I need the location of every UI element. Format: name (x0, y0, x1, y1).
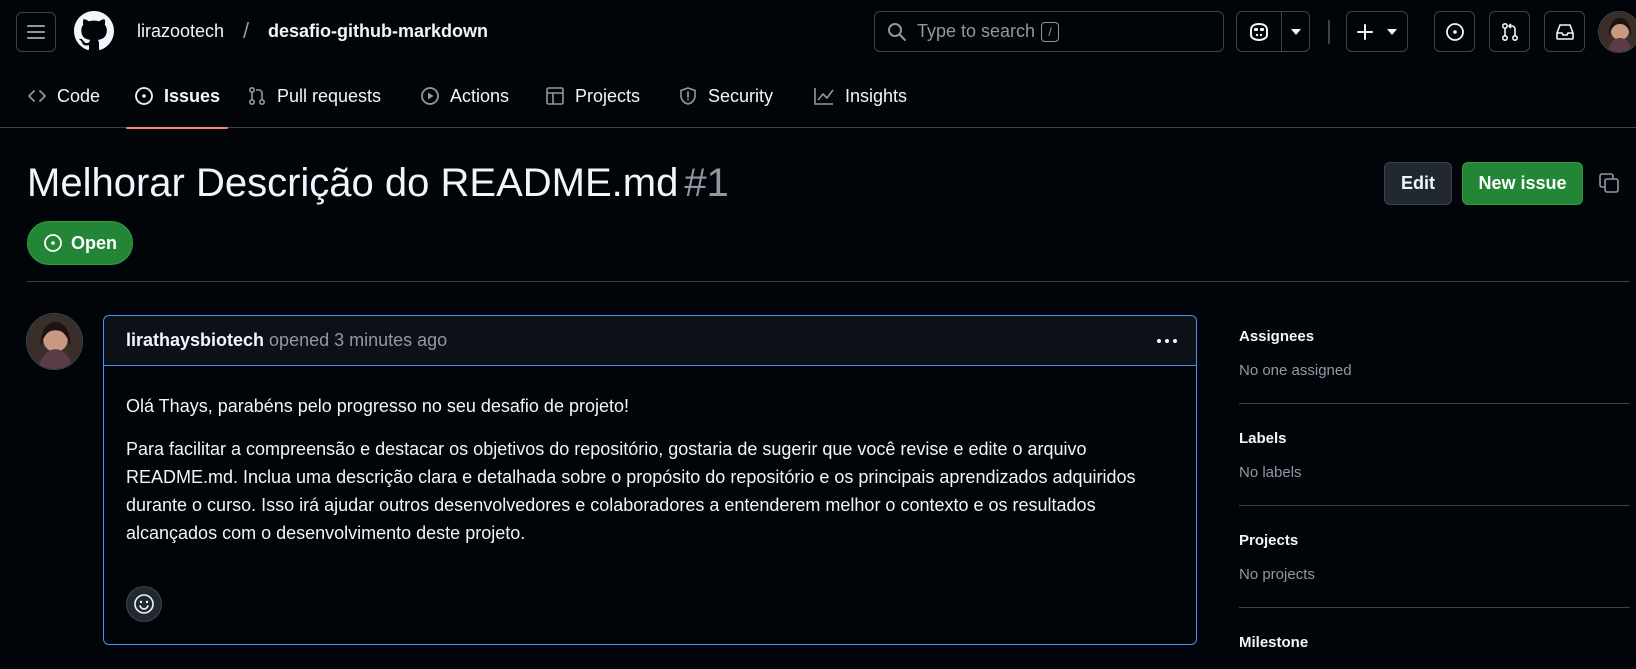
search-placeholder: Type to search (917, 21, 1036, 41)
your-pull-requests-button[interactable] (1489, 11, 1530, 52)
comment-paragraph: Olá Thays, parabéns pelo progresso no se… (126, 396, 629, 416)
smiley-icon (133, 593, 155, 615)
add-reaction-button[interactable] (126, 586, 162, 622)
issue-opened-icon (134, 86, 154, 106)
repo-owner-link[interactable]: lirazootech (137, 21, 224, 42)
code-icon (27, 86, 47, 106)
search-input[interactable]: Type to search / (874, 11, 1224, 52)
tab-label: Code (57, 86, 101, 106)
tab-label: Insights (845, 86, 908, 106)
issue-state-label: Open (71, 232, 118, 253)
table-icon (545, 86, 565, 106)
search-shortcut-key: / (1041, 21, 1060, 42)
your-issues-button[interactable] (1434, 11, 1475, 52)
triangle-down-icon (1290, 28, 1301, 35)
comment-author-avatar[interactable] (26, 313, 83, 370)
issue-title-text: Melhorar Descrição do README.md (27, 161, 679, 205)
sidebar-heading: Projects (1239, 532, 1299, 549)
tab-actions[interactable]: Actions (420, 74, 509, 128)
comment-author-link[interactable]: lirathaysbiotech (126, 330, 264, 351)
issue-state-badge: Open (27, 221, 133, 265)
search-icon (887, 22, 907, 42)
comment-body: Olá Thays, parabéns pelo progresso no se… (104, 366, 1196, 547)
copy-icon[interactable] (1598, 172, 1620, 194)
breadcrumb-separator: / (243, 18, 250, 43)
new-issue-button[interactable]: New issue (1462, 162, 1583, 205)
comment-paragraph: Para facilitar a compreensão e destacar … (126, 439, 1136, 543)
sidebar-divider (1239, 505, 1630, 506)
hamburger-icon (26, 24, 46, 40)
tab-label: Projects (575, 86, 641, 106)
copilot-button[interactable] (1236, 11, 1282, 52)
tab-security[interactable]: Security (678, 74, 773, 128)
github-logo-icon[interactable] (74, 11, 114, 51)
git-pull-request-icon (247, 86, 267, 106)
triangle-down-icon (1387, 28, 1397, 35)
create-new-button[interactable] (1346, 11, 1408, 52)
sidebar-heading: Milestone (1239, 634, 1309, 651)
graph-icon (813, 86, 835, 106)
header-divider (1328, 20, 1330, 44)
comment-timestamp[interactable]: opened 3 minutes ago (269, 330, 447, 351)
play-icon (420, 86, 440, 106)
sidebar-heading: Labels (1239, 430, 1287, 447)
tab-issues[interactable]: Issues (125, 74, 229, 129)
inbox-icon (1555, 23, 1575, 41)
inbox-button[interactable] (1544, 11, 1585, 52)
git-pull-request-icon (1500, 22, 1520, 42)
sidebar-heading: Assignees (1239, 328, 1315, 345)
copilot-icon (1247, 22, 1271, 42)
tab-pull-requests[interactable]: Pull requests (247, 74, 381, 128)
shield-icon (678, 86, 698, 106)
sidebar-assignees[interactable]: Assignees No one assigned (1239, 328, 1630, 379)
global-header: lirazootech / desafio-github-markdown Ty… (0, 0, 1636, 64)
tab-code[interactable]: Code (27, 74, 100, 128)
tab-label: Actions (450, 86, 510, 106)
user-avatar[interactable] (1598, 11, 1636, 53)
kebab-horizontal-icon[interactable] (1156, 331, 1178, 351)
sidebar-milestone[interactable]: Milestone (1239, 634, 1630, 651)
tab-label: Security (708, 86, 774, 106)
repo-nav-tabs: Code Issues Pull requests Actions Projec… (0, 74, 1636, 129)
copilot-dropdown-button[interactable] (1281, 11, 1310, 52)
tab-insights[interactable]: Insights (813, 74, 907, 128)
edit-title-button[interactable]: Edit (1384, 162, 1452, 205)
issue-title: Melhorar Descrição do README.md #1 (27, 161, 729, 206)
sidebar-value: No one assigned (1239, 362, 1352, 379)
sidebar-value: No labels (1239, 464, 1302, 481)
header-divider-line (27, 281, 1630, 282)
issue-opened-icon (1445, 22, 1465, 42)
sidebar-value: No projects (1239, 566, 1315, 583)
sidebar-labels[interactable]: Labels No labels (1239, 430, 1630, 481)
menu-button[interactable] (16, 12, 56, 52)
issue-comment: lirathaysbiotech opened 3 minutes ago Ol… (103, 315, 1197, 645)
issue-opened-icon (43, 233, 63, 253)
sidebar-projects[interactable]: Projects No projects (1239, 532, 1630, 583)
repo-name-link[interactable]: desafio-github-markdown (268, 21, 488, 42)
issue-number: #1 (684, 161, 729, 205)
plus-icon (1357, 23, 1373, 40)
sidebar-divider (1239, 403, 1630, 404)
tab-label: Issues (164, 86, 221, 106)
tab-projects[interactable]: Projects (545, 74, 640, 128)
comment-header: lirathaysbiotech opened 3 minutes ago (104, 316, 1196, 366)
sidebar-divider (1239, 607, 1630, 608)
tab-label: Pull requests (277, 86, 382, 106)
